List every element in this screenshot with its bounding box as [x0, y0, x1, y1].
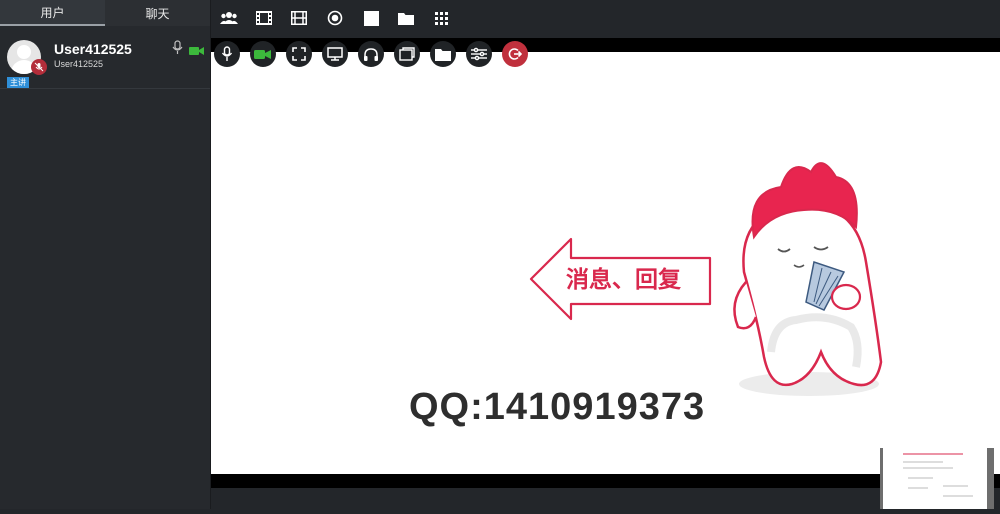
- user-name: User412525: [54, 41, 132, 57]
- mic-muted-icon: [31, 59, 47, 75]
- headphones-icon[interactable]: [358, 41, 384, 67]
- users-icon[interactable]: [219, 8, 239, 28]
- camera-icon[interactable]: [250, 41, 276, 67]
- window-icon[interactable]: [394, 41, 420, 67]
- grid-icon[interactable]: [431, 8, 451, 28]
- user-id: User412525: [54, 59, 104, 69]
- settings-sliders-icon[interactable]: [466, 41, 492, 67]
- qq-number: QQ:1410919373: [409, 386, 706, 428]
- slide-thumbnail[interactable]: [880, 448, 994, 509]
- record-icon[interactable]: [325, 8, 345, 28]
- tab-users[interactable]: 用户: [0, 0, 105, 26]
- sidebar-tabs: 用户 聊天: [0, 0, 210, 26]
- microphone-icon[interactable]: [214, 41, 240, 67]
- folder-icon[interactable]: [396, 8, 416, 28]
- fullscreen-icon[interactable]: [286, 41, 312, 67]
- arrow-label: 消息、回复: [566, 266, 681, 292]
- tab-chat[interactable]: 聊天: [105, 0, 210, 26]
- mascot-illustration: [733, 162, 883, 396]
- screen-share-icon[interactable]: [322, 41, 348, 67]
- video-file-icon[interactable]: [289, 8, 309, 28]
- user-microphone-icon[interactable]: [172, 40, 183, 60]
- top-toolbar: [211, 0, 1000, 38]
- host-badge: 主讲: [7, 77, 29, 88]
- sidebar: 用户 聊天: [0, 0, 211, 509]
- user-camera-icon[interactable]: [189, 43, 205, 61]
- folder-icon[interactable]: [430, 41, 456, 67]
- whiteboard-icon[interactable]: [361, 8, 381, 28]
- film-strip-icon[interactable]: [254, 8, 274, 28]
- exit-icon[interactable]: [502, 41, 528, 67]
